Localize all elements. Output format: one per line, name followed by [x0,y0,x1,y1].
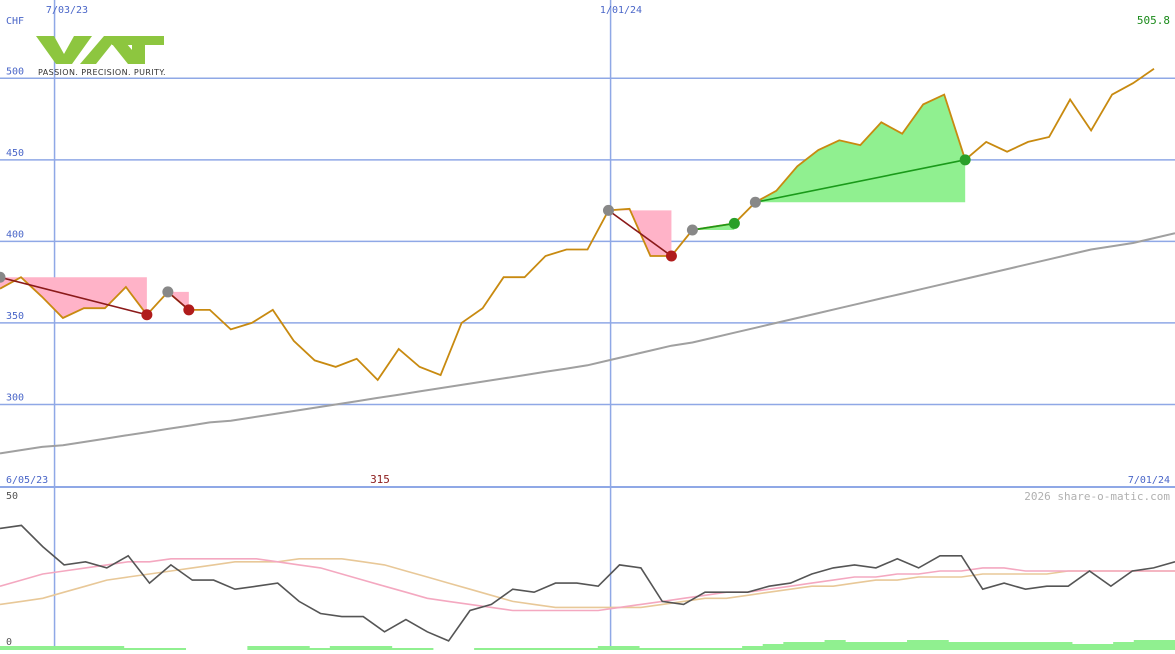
copyright-label: 2026 share-o-matic.com [1024,490,1170,503]
volume-bar-51 [1051,642,1073,650]
volume-bar-37 [762,644,784,650]
volume-bar-42 [865,642,887,650]
volume-bar-5 [103,646,125,650]
volume-bar-17 [350,646,372,650]
volume-bar-53 [1092,644,1114,650]
volume-bar-38 [783,642,805,650]
y-tick-label-400: 400 [6,229,24,240]
volume-bar-0 [0,646,22,650]
start-date-label: 6/05/23 [6,475,48,486]
trade-exit-marker-4 [728,217,740,229]
volume-bar-40 [824,640,846,650]
last-value-label: 505.8 [1137,14,1170,27]
volume-bar-3 [61,646,83,650]
trade-entry-marker-4 [686,224,698,236]
volume-bar-49 [1010,642,1032,650]
volume-bar-52 [1071,644,1094,650]
volume-bar-47 [968,642,990,650]
sub-panel [0,524,1175,650]
volume-bar-18 [371,646,393,650]
stock-chart: 300 350 400 450 500 0 50 PASSION. PRECISION. P… [0,0,1175,650]
trade-entry-marker-3 [602,204,614,216]
volume-bar-45 [927,640,949,650]
oscillator-line [0,524,1175,642]
gain-area-5 [755,94,966,203]
volume-bar-2 [41,646,63,650]
y-tick-label-350: 350 [6,311,24,322]
volume-bar-16 [329,646,351,650]
low-marker-label: 315 [370,473,390,486]
trade-exit-marker-5 [959,154,971,166]
trade-exit-marker-1 [141,309,153,321]
y-tick-label-500: 500 [6,66,24,77]
volume-bar-13 [267,646,290,650]
volume-bar-56 [1154,640,1175,650]
svg-text:PASSION. PRECISION. PURITY.: PASSION. PRECISION. PURITY. [38,68,166,77]
volume-bar-43 [886,642,908,650]
volume-bar-4 [82,646,104,650]
vat-logo: PASSION. PRECISION. PURITY. [36,36,166,77]
signal-slow-line [0,557,1175,609]
volume-bar-12 [247,646,269,650]
volume-bar-14 [288,646,310,650]
volume-bar-29 [597,646,619,650]
volume-bar-55 [1133,640,1155,650]
sub-y-tick-label-50: 50 [6,491,18,502]
volume-bar-48 [989,642,1011,650]
volume-bar-41 [845,642,867,650]
volume-bar-46 [948,642,970,650]
top-date-label-2: 1/01/24 [600,5,642,16]
chart-canvas: 300350400450500050 PASSION. PRECISION. P… [0,0,1175,650]
top-date-label-1: 7/03/23 [46,5,88,16]
volume-bar-50 [1030,642,1052,650]
moving-average-line [0,232,1175,455]
volume-bar-54 [1113,642,1135,650]
volume-bar-30 [618,646,640,650]
volume-bar-44 [907,640,929,650]
end-date-label: 7/01/24 [1128,475,1170,486]
y-tick-label-300: 300 [6,392,24,403]
y-tick-label-450: 450 [6,148,24,159]
trade-exit-marker-2 [183,304,195,316]
trade-entry-marker-5 [749,196,761,208]
volume-bar-1 [20,646,42,650]
price-line [0,68,1155,382]
trade-exit-marker-3 [665,250,677,262]
currency-label: CHF [6,16,24,27]
volume-bar-36 [742,646,764,650]
trade-entry-marker-2 [162,286,174,298]
volume-bar-39 [803,642,826,650]
